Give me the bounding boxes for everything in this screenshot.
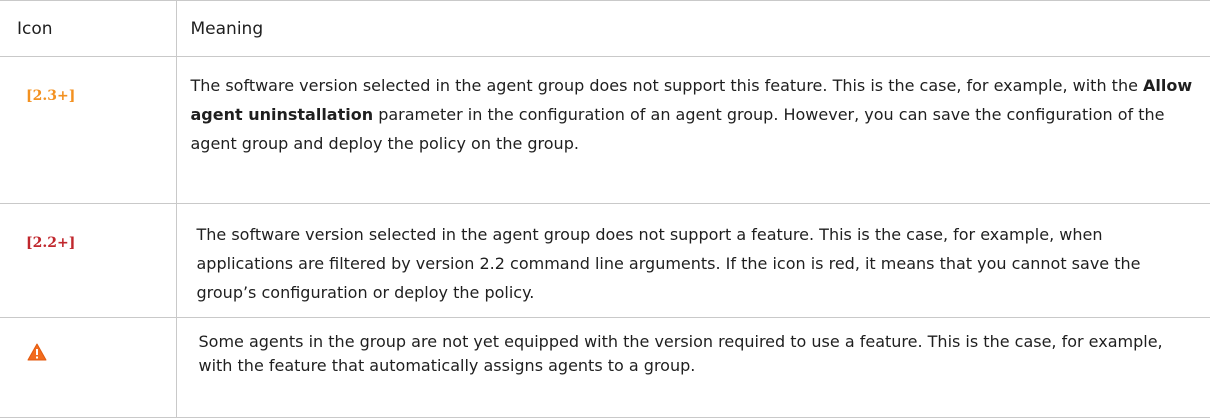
table-row: [2.3+] The software version selected in … bbox=[0, 56, 1210, 204]
meaning-cell: The software version selected in the age… bbox=[176, 56, 1210, 204]
version-2-3-badge-icon: [2.3+] bbox=[26, 88, 76, 104]
icon-cell: [2.2+] bbox=[0, 203, 177, 318]
header-meaning: Meaning bbox=[176, 0, 1210, 57]
meaning-cell: The software version selected in the age… bbox=[176, 203, 1210, 318]
table-row: [2.2+] The software version selected in … bbox=[0, 203, 1210, 318]
meaning-text-part: The software version selected in the age… bbox=[190, 76, 1144, 95]
version-2-2-badge-icon: [2.2+] bbox=[26, 235, 76, 251]
meaning-text: The software version selected in the age… bbox=[177, 57, 1210, 158]
icon-meaning-table: Icon Meaning [2.3+] The software version… bbox=[0, 0, 1210, 418]
meaning-cell: Some agents in the group are not yet equ… bbox=[176, 317, 1210, 418]
table-header-row: Icon Meaning bbox=[0, 0, 1210, 57]
icon-cell bbox=[0, 317, 177, 418]
icon-cell: [2.3+] bbox=[0, 56, 177, 204]
meaning-text: The software version selected in the age… bbox=[196, 225, 1141, 302]
table-row: Some agents in the group are not yet equ… bbox=[0, 317, 1210, 418]
meaning-text: Some agents in the group are not yet equ… bbox=[198, 332, 1163, 375]
warning-triangle-icon bbox=[27, 343, 47, 361]
header-icon: Icon bbox=[0, 0, 177, 57]
